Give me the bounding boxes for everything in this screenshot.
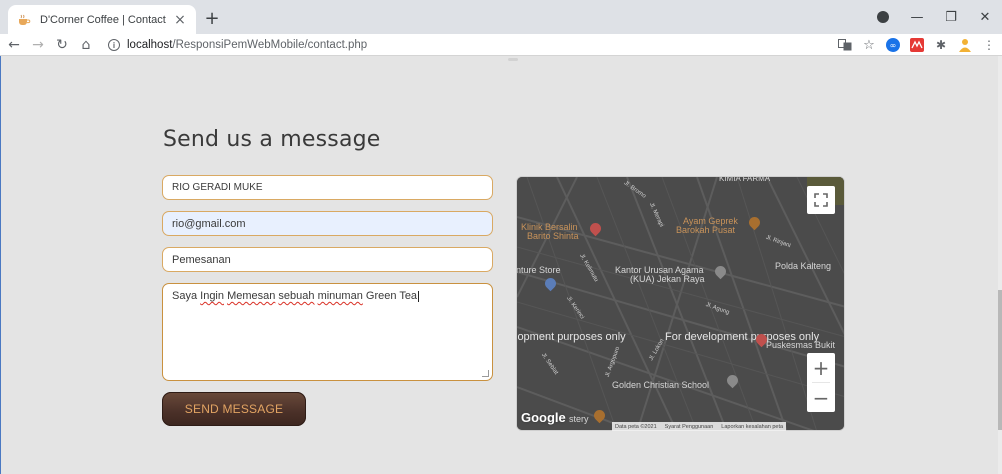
coffee-cup-icon	[16, 12, 32, 28]
page-body	[0, 56, 998, 474]
svg-text:∞: ∞	[890, 41, 897, 50]
misspelled-word: minuman	[317, 290, 363, 302]
name-field-value: RIO GERADI MUKE	[172, 182, 263, 193]
url-path: /ResponsiPemWebMobile/contact.php	[172, 39, 368, 51]
browser-toolbar: ← → ↻ ⌂ i localhost/ResponsiPemWebMobile…	[0, 34, 1002, 56]
misspelled-word: Ingin	[200, 290, 224, 302]
message-word: Green Tea	[362, 290, 418, 302]
extension-red-icon[interactable]	[910, 38, 924, 52]
map-label-store: nture Store	[516, 265, 561, 275]
zoom-in-button[interactable]: +	[807, 353, 835, 382]
map-label-golden: Golden Christian School	[612, 380, 710, 390]
browser-tab-bar: D'Corner Coffee | Contact × + — ❐ ✕	[0, 0, 1002, 34]
map-attribution: Data peta ©2021 Syarat Penggunaan Lapork…	[612, 422, 787, 431]
tab-title: D'Corner Coffee | Contact	[40, 13, 166, 26]
message-word: Saya	[172, 290, 201, 302]
home-icon[interactable]: ⌂	[76, 35, 96, 55]
info-icon[interactable]: i	[108, 39, 120, 51]
back-arrow-icon[interactable]: ←	[4, 35, 24, 55]
google-logo[interactable]: Google	[521, 410, 566, 425]
map-label-kua-2: (KUA) Jekan Raya	[630, 274, 705, 284]
text-caret	[418, 290, 420, 302]
zoom-out-button[interactable]: −	[807, 383, 835, 412]
resize-grip-icon[interactable]	[482, 370, 489, 377]
url-text: localhost/ResponsiPemWebMobile/contact.p…	[127, 39, 367, 51]
misspelled-word: Memesan	[227, 290, 276, 302]
map-label-kimia-farma: KIMIA FARMA	[719, 176, 771, 183]
attribution-terms-link[interactable]: Syarat Penggunaan	[665, 424, 714, 430]
address-bar[interactable]: i localhost/ResponsiPemWebMobile/contact…	[108, 35, 828, 55]
decorative-dot	[508, 58, 518, 61]
tab-close-icon[interactable]: ×	[172, 12, 188, 28]
name-field[interactable]: RIO GERADI MUKE	[162, 175, 493, 200]
map-label-ayam-2: Barokah Pusat	[676, 225, 736, 235]
map-label-puskesmas: Puskesmas Bukit	[766, 340, 836, 350]
avatar[interactable]	[958, 38, 972, 52]
left-edge-fill	[1, 56, 8, 474]
new-tab-button[interactable]: +	[202, 9, 222, 29]
profile-icon[interactable]	[866, 10, 900, 25]
map-label-polda: Polda Kalteng	[775, 261, 832, 271]
map-label-klinik-2: Barito Shinta	[527, 231, 579, 241]
scrollbar-thumb[interactable]	[998, 290, 1002, 430]
browser-tab[interactable]: D'Corner Coffee | Contact ×	[8, 5, 196, 34]
email-field[interactable]: rio@gmail.com	[162, 211, 493, 236]
extension-bar: ☆ ∞ ✱ ⋮	[838, 36, 996, 54]
minimize-icon[interactable]: —	[900, 10, 934, 25]
subject-field[interactable]: Pemesanan	[162, 247, 493, 272]
attribution-data: Data peta ©2021	[615, 423, 657, 430]
misspelled-word: sebuah	[278, 290, 315, 302]
kebab-menu-icon[interactable]: ⋮	[982, 38, 996, 52]
map-label-stery: stery	[569, 414, 589, 424]
google-map[interactable]: KIMIA FARMA Klinik Bersalin Barito Shint…	[516, 176, 845, 431]
restore-icon[interactable]: ❐	[934, 10, 968, 25]
map-zoom-control: + −	[807, 353, 835, 412]
reload-icon[interactable]: ↻	[52, 35, 72, 55]
map-dev-watermark-left: lopment purposes only	[516, 331, 626, 343]
message-text: Saya Ingin Memesan sebuah minuman Green …	[172, 290, 420, 302]
bookmark-star-icon[interactable]: ☆	[862, 38, 876, 53]
url-host: localhost	[127, 39, 173, 51]
page-title: Send us a message	[163, 127, 381, 152]
translate-icon[interactable]	[838, 38, 852, 52]
send-message-button[interactable]: SEND MESSAGE	[162, 392, 306, 426]
attribution-report-link[interactable]: Laporkan kesalahan peta	[721, 424, 783, 430]
forward-arrow-icon[interactable]: →	[28, 35, 48, 55]
message-textarea[interactable]: Saya Ingin Memesan sebuah minuman Green …	[162, 283, 493, 381]
email-field-value: rio@gmail.com	[172, 217, 246, 230]
fullscreen-icon[interactable]	[807, 186, 835, 214]
close-window-icon[interactable]: ✕	[968, 10, 1002, 25]
subject-field-value: Pemesanan	[172, 253, 231, 266]
puzzle-icon[interactable]: ✱	[934, 38, 948, 52]
extension-loop-icon[interactable]: ∞	[886, 38, 900, 52]
window-controls: — ❐ ✕	[866, 0, 1002, 34]
